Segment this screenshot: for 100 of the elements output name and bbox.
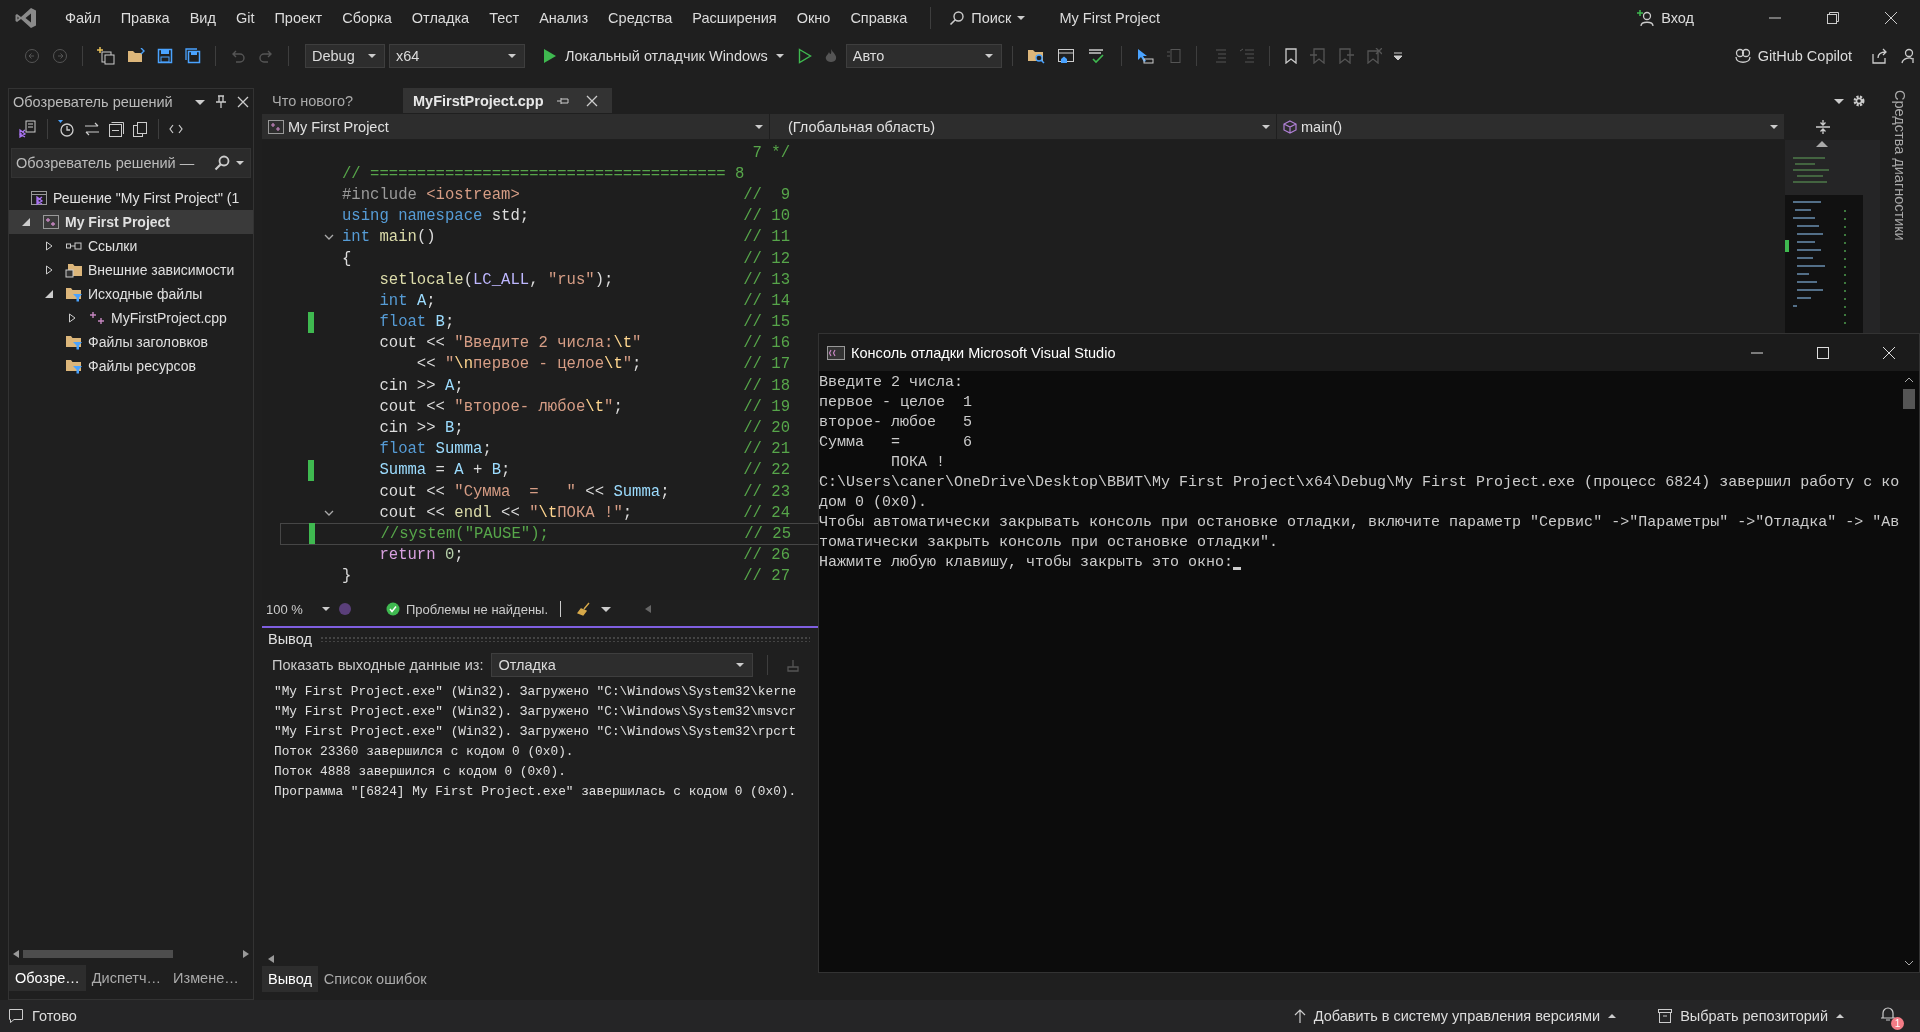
split-icon[interactable] — [1815, 118, 1831, 135]
source-control-button[interactable]: Добавить в систему управления версиями — [1287, 1007, 1623, 1025]
tree-item[interactable]: Файлы заголовков — [9, 330, 253, 354]
tree-item[interactable]: Ссылки — [9, 234, 253, 258]
search-button[interactable]: Поиск — [943, 6, 1032, 30]
menu-item[interactable]: Окно — [787, 6, 840, 30]
panel-tab[interactable]: Список ошибок — [317, 966, 433, 992]
collapsed-arrow-icon[interactable] — [44, 265, 54, 275]
configuration-dropdown[interactable]: Debug — [305, 44, 385, 68]
notifications-icon[interactable] — [1880, 1006, 1896, 1022]
tree-item[interactable]: Внешние зависимости — [9, 258, 253, 282]
menu-item[interactable]: Правка — [111, 6, 179, 30]
run-without-debugging-icon[interactable] — [797, 48, 812, 64]
code-line: { — [342, 249, 352, 268]
output-status-icon[interactable] — [8, 1008, 24, 1024]
fold-toggle-icon[interactable] — [324, 234, 334, 241]
project-icon — [268, 119, 284, 134]
overflow-icon[interactable] — [1393, 51, 1402, 61]
collapse-all-icon[interactable] — [108, 121, 124, 137]
scroll-down-icon[interactable] — [1904, 960, 1915, 966]
dropdown-icon[interactable] — [601, 604, 612, 614]
editor-tab[interactable]: MyFirstProject.cpp — [403, 88, 612, 113]
close-icon[interactable] — [585, 94, 598, 107]
scrollbar-thumb[interactable] — [23, 950, 173, 958]
folder-search-icon[interactable] — [1026, 48, 1045, 64]
editor-tab[interactable]: Что нового? — [262, 88, 363, 113]
member-dropdown[interactable]: main() — [1277, 114, 1785, 139]
expanded-arrow-icon[interactable] — [44, 289, 54, 299]
spell-check-icon[interactable] — [1086, 48, 1107, 64]
search-field[interactable]: Обозреватель решений — — [11, 148, 251, 178]
tree-item[interactable]: My First Project — [9, 210, 253, 234]
menu-item[interactable]: Справка — [841, 6, 917, 30]
menu-item[interactable]: Вид — [180, 6, 225, 30]
panel-tab[interactable]: Обозре… — [9, 965, 86, 991]
menu-item[interactable]: Файл — [56, 6, 110, 30]
menu-item[interactable]: Git — [226, 6, 264, 30]
panel-tab[interactable]: Вывод — [262, 966, 318, 992]
close-icon[interactable] — [1883, 346, 1895, 359]
fold-toggle-icon[interactable] — [324, 509, 334, 516]
new-project-icon[interactable] — [97, 47, 115, 65]
collapsed-arrow-icon[interactable] — [44, 241, 54, 251]
tree-item[interactable]: Решение "My First Project" (1 — [9, 186, 253, 210]
cursor-icon[interactable] — [1135, 48, 1154, 64]
panel-tab[interactable]: Измене… — [167, 965, 245, 991]
output-source-dropdown[interactable]: Отладка — [491, 653, 754, 677]
settings-icon[interactable] — [1852, 93, 1866, 108]
start-debugging-button[interactable]: Локальный отладчик Windows — [537, 46, 790, 66]
menu-item[interactable]: Расширения — [683, 6, 786, 30]
pin-icon[interactable] — [215, 94, 227, 109]
save-icon[interactable] — [157, 48, 173, 64]
scope-dropdown[interactable]: (Глобальная область) — [770, 114, 1277, 139]
sync-icon[interactable] — [84, 121, 100, 137]
scroll-left-icon[interactable] — [645, 605, 652, 613]
repository-button[interactable]: Выбрать репозиторий — [1652, 1007, 1850, 1025]
pin-icon[interactable] — [555, 95, 570, 106]
menu-item[interactable]: Проект — [265, 6, 332, 30]
save-all-icon[interactable] — [185, 48, 201, 64]
copilot-button[interactable]: GitHub Copilot — [1727, 47, 1858, 65]
scrollbar-thumb[interactable] — [1903, 389, 1916, 409]
filter-folder-icon — [65, 334, 83, 350]
close-icon[interactable] — [1885, 12, 1897, 24]
zoom-dropdown[interactable]: 100 % — [262, 601, 334, 617]
scroll-right-icon[interactable] — [243, 950, 249, 958]
side-tab[interactable]: Средства диагностики — [1892, 88, 1908, 241]
scroll-up-icon[interactable] — [1904, 377, 1915, 383]
code-line: using namespace std; — [342, 207, 530, 226]
caret-icon[interactable] — [236, 159, 244, 167]
panel-tab[interactable]: Диспетч… — [85, 965, 168, 991]
search-icon[interactable] — [214, 155, 230, 171]
menu-item[interactable]: Средства — [599, 6, 682, 30]
restore-icon[interactable] — [1827, 12, 1839, 24]
tree-item[interactable]: MyFirstProject.cpp — [9, 306, 253, 330]
scroll-left-icon[interactable] — [13, 950, 19, 958]
expanded-arrow-icon[interactable] — [21, 217, 31, 227]
project-dropdown[interactable]: My First Project — [262, 114, 770, 139]
caret-icon — [1836, 1012, 1844, 1020]
menu-item[interactable]: Тест — [480, 6, 529, 30]
tree-item[interactable]: Файлы ресурсов — [9, 354, 253, 378]
issues-status[interactable]: Проблемы не найдены. — [386, 601, 549, 617]
history-icon[interactable] — [58, 120, 76, 138]
platform-dropdown[interactable]: x64 — [389, 44, 525, 68]
bookmark-icon[interactable] — [1283, 48, 1298, 64]
mode-dropdown[interactable]: Авто — [845, 44, 1002, 68]
switch-views-icon[interactable] — [19, 120, 37, 138]
tree-item[interactable]: Исходные файлы — [9, 282, 253, 306]
open-folder-icon[interactable] — [127, 48, 145, 64]
sign-in-button[interactable]: Вход — [1631, 8, 1700, 28]
code-icon[interactable] — [169, 124, 183, 134]
scroll-left-icon[interactable] — [268, 955, 274, 963]
line-comment: // 24 — [743, 503, 790, 522]
share-icon[interactable] — [1872, 48, 1888, 64]
feedback-icon[interactable] — [1900, 48, 1916, 64]
menu-item[interactable]: Отладка — [402, 6, 479, 30]
collapsed-arrow-icon[interactable] — [67, 313, 77, 323]
menu-item[interactable]: Сборка — [333, 6, 401, 30]
maximize-icon[interactable] — [1817, 346, 1829, 359]
close-icon[interactable] — [237, 95, 249, 108]
copy-icon[interactable] — [132, 121, 148, 137]
browser-home-icon[interactable] — [1056, 48, 1075, 64]
menu-item[interactable]: Анализ — [530, 6, 598, 30]
